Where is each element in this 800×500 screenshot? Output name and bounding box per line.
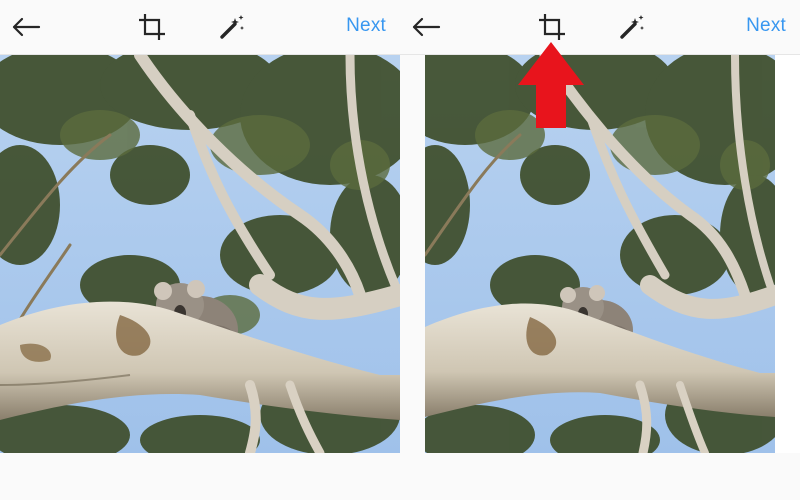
koala-photo [0, 55, 400, 453]
back-button[interactable] [406, 7, 446, 47]
back-button[interactable] [6, 7, 46, 47]
arrow-left-icon [412, 17, 441, 37]
koala-photo-cropped [425, 55, 775, 453]
photo-preview-cropped[interactable] [425, 55, 775, 453]
magic-wand-icon [220, 15, 244, 39]
arrow-left-icon [12, 17, 41, 37]
lux-button[interactable] [212, 7, 252, 47]
magic-wand-icon [620, 15, 644, 39]
lux-button[interactable] [612, 7, 652, 47]
editor-toolbar-left: Next [0, 0, 400, 55]
next-button[interactable]: Next [746, 15, 786, 37]
crop-button[interactable] [132, 7, 172, 47]
next-button[interactable]: Next [346, 15, 386, 37]
photo-preview[interactable] [0, 55, 400, 453]
bottom-area [0, 453, 800, 500]
editor-toolbar-right: Next [400, 0, 800, 55]
panel-divider [400, 55, 425, 453]
crop-icon [139, 14, 165, 40]
photo-gutter [775, 55, 800, 453]
crop-icon [539, 14, 565, 40]
red-up-arrow-icon [518, 42, 584, 128]
photo-editor-comparison: Next Next [0, 0, 800, 500]
